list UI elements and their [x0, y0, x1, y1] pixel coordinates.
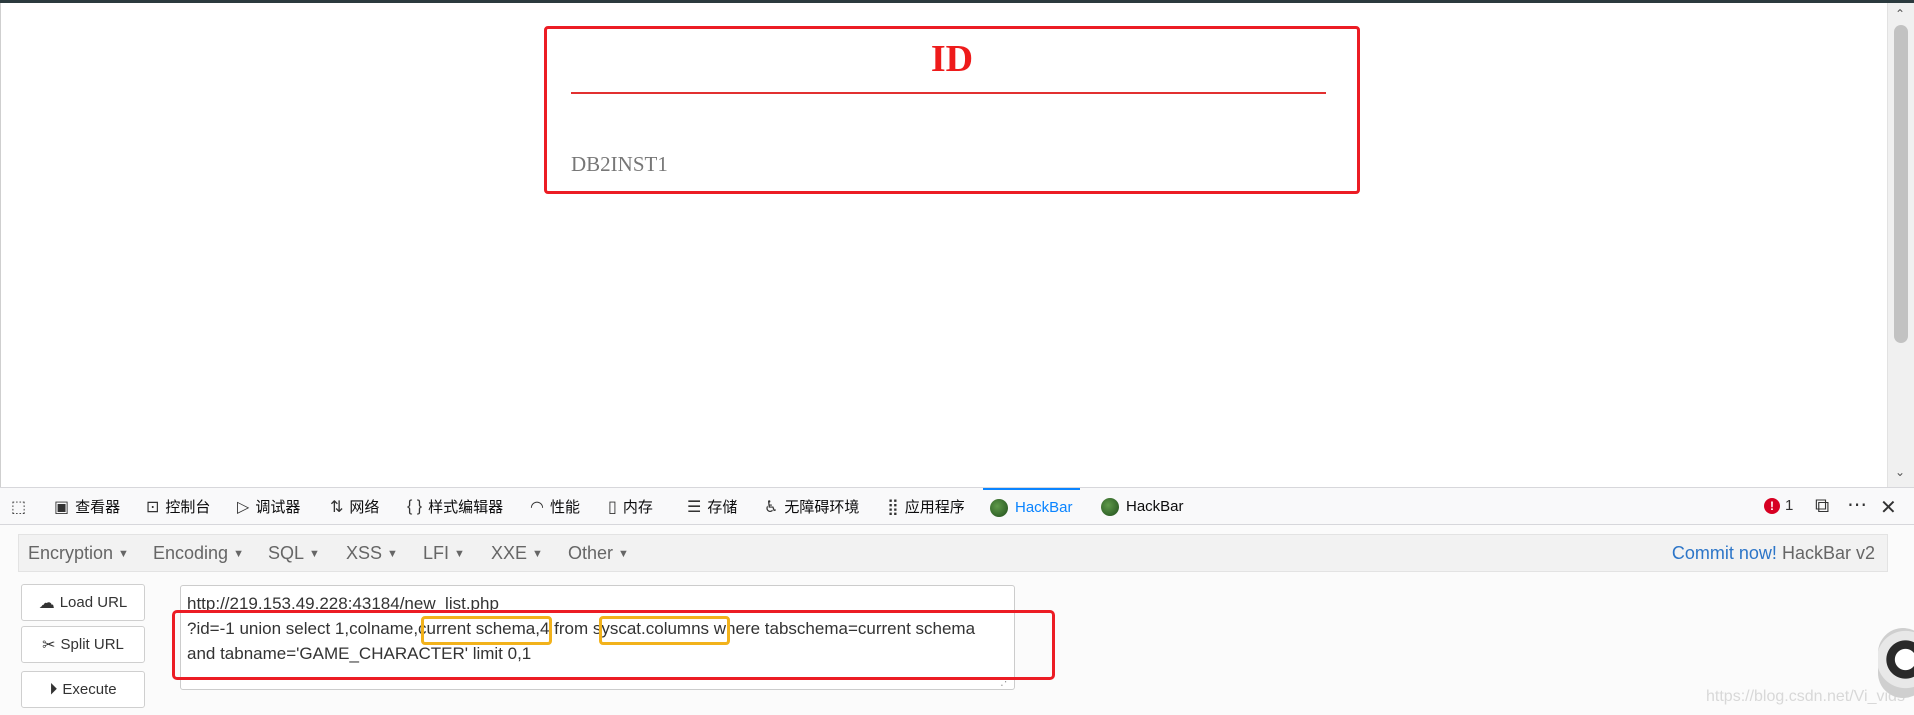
tab-label: 样式编辑器: [428, 499, 504, 516]
style-editor-icon: { }: [407, 497, 423, 515]
execute-button[interactable]: ⏵ Execute: [21, 671, 145, 708]
close-devtools-icon[interactable]: ✕: [1880, 495, 1897, 520]
annotation-yellow-box-current-schema: [421, 616, 552, 645]
more-options-icon[interactable]: ⋯: [1847, 492, 1867, 517]
menu-label: XXE: [491, 543, 528, 563]
caret-down-icon: ▼: [618, 548, 629, 560]
menu-label: Encoding: [153, 543, 229, 563]
application-icon: ⣿: [887, 498, 899, 516]
menu-other[interactable]: Other ▼: [568, 543, 629, 564]
id-result-card: ID DB2INST1: [544, 26, 1360, 194]
caret-down-icon: ▼: [454, 548, 465, 560]
caret-down-icon: ▼: [118, 548, 129, 560]
tab-label: 控制台: [165, 499, 211, 516]
element-picker-icon: ⬚: [11, 498, 27, 516]
tab-hackbar[interactable]: HackBar: [1101, 488, 1184, 525]
debugger-icon: ▷: [237, 498, 250, 516]
menu-xxe[interactable]: XXE ▼: [491, 543, 543, 564]
network-icon: ⇅: [330, 498, 344, 516]
scissors-icon: ✂: [42, 636, 56, 654]
menu-label: Encryption: [28, 543, 114, 563]
caret-down-icon: ▼: [387, 548, 398, 560]
load-url-button[interactable]: ☁ Load URL: [21, 584, 145, 621]
menu-lfi[interactable]: LFI ▼: [423, 543, 465, 564]
element-picker-button[interactable]: ⬚: [11, 488, 32, 525]
tab-memory[interactable]: ▯ 内存: [608, 488, 653, 525]
memory-icon: ▯: [608, 498, 617, 516]
tab-application[interactable]: ⣿ 应用程序: [887, 488, 965, 525]
tab-network[interactable]: ⇅ 网络: [330, 488, 379, 525]
hackbar-menu: Encryption ▼ Encoding ▼ SQL ▼ XSS ▼ LFI ▼ XXE…: [18, 534, 1888, 572]
caret-down-icon: ▼: [233, 548, 244, 560]
tab-label: 网络: [349, 499, 380, 516]
accessibility-icon: ♿: [764, 498, 779, 516]
devtools-toolbar: ⬚ ▣ 查看器 ⊡ 控制台 ▷ 调试器 ⇅ 网络 { } 样式编辑器 ◠ 性能 …: [0, 487, 1914, 525]
split-url-button[interactable]: ✂ Split URL: [21, 626, 145, 663]
tab-performance[interactable]: ◠ 性能: [530, 488, 580, 525]
menu-label: XSS: [346, 543, 383, 563]
storage-icon: ☰: [687, 498, 702, 516]
dock-side-icon[interactable]: ⧉: [1815, 495, 1829, 518]
tab-inspector[interactable]: ▣ 查看器: [54, 488, 120, 525]
commit-info: Commit now! HackBar v2: [1672, 543, 1875, 564]
tab-label: 调试器: [255, 499, 301, 516]
menu-label: LFI: [423, 543, 450, 563]
tab-style-editor[interactable]: { } 样式编辑器: [407, 488, 503, 525]
error-counter[interactable]: ! 1: [1764, 497, 1793, 514]
screen: ID DB2INST1 ⌃ ⌄ ⬚ ▣ 查看器 ⊡ 控制台 ▷ 调试器 ⇅ 网络: [0, 0, 1914, 715]
tab-label: 内存: [622, 499, 653, 516]
tab-hackbar-active[interactable]: HackBar: [983, 488, 1080, 525]
menu-label: Other: [568, 543, 614, 563]
scroll-down-arrow-icon[interactable]: ⌄: [1895, 465, 1905, 479]
title-divider: [571, 92, 1326, 94]
page-scrollbar[interactable]: ⌃ ⌄: [1887, 3, 1914, 487]
inspector-icon: ▣: [54, 498, 70, 516]
caret-down-icon: ▼: [532, 548, 543, 560]
tab-label: 存储: [707, 499, 738, 516]
tab-accessibility[interactable]: ♿ 无障碍环境: [764, 488, 859, 525]
menu-encoding[interactable]: Encoding ▼: [153, 543, 244, 564]
tab-label: 查看器: [75, 499, 121, 516]
mascot-avatar: [1878, 628, 1914, 698]
tab-label: HackBar: [1015, 499, 1073, 516]
caret-down-icon: ▼: [309, 548, 320, 560]
button-label: Split URL: [60, 636, 124, 653]
scroll-up-arrow-icon[interactable]: ⌃: [1895, 7, 1905, 21]
annotation-yellow-box-syscat-columns: [599, 616, 730, 645]
error-count: 1: [1785, 497, 1794, 514]
menu-label: SQL: [268, 543, 305, 563]
hackbar-icon: [1101, 497, 1119, 516]
tab-label: HackBar: [1126, 498, 1184, 515]
card-title: ID: [930, 38, 974, 80]
card-value: DB2INST1: [571, 152, 668, 176]
tab-console[interactable]: ⊡ 控制台: [146, 488, 210, 525]
menu-sql[interactable]: SQL ▼: [268, 543, 320, 564]
error-icon: !: [1764, 497, 1780, 514]
cloud-download-icon: ☁: [38, 594, 55, 612]
menu-encryption[interactable]: Encryption ▼: [28, 543, 129, 564]
tab-storage[interactable]: ☰ 存储: [687, 488, 737, 525]
button-label: Execute: [62, 681, 117, 698]
tab-label: 性能: [549, 499, 580, 516]
tab-label: 应用程序: [904, 499, 965, 516]
hackbar-version: HackBar v2: [1781, 543, 1875, 563]
tab-label: 无障碍环境: [784, 499, 860, 516]
scroll-thumb[interactable]: [1894, 25, 1908, 343]
console-icon: ⊡: [146, 498, 160, 516]
hackbar-icon: [990, 498, 1008, 517]
watermark: https://blog.csdn.net/Vi_vids: [1706, 688, 1905, 705]
button-label: Load URL: [59, 594, 128, 611]
tab-debugger[interactable]: ▷ 调试器: [237, 488, 300, 525]
performance-icon: ◠: [530, 498, 544, 516]
play-circle-icon: ⏵: [49, 680, 58, 698]
page-viewport: ID DB2INST1: [0, 3, 1887, 487]
menu-xss[interactable]: XSS ▼: [346, 543, 398, 564]
commit-now-link[interactable]: Commit now!: [1672, 543, 1777, 563]
